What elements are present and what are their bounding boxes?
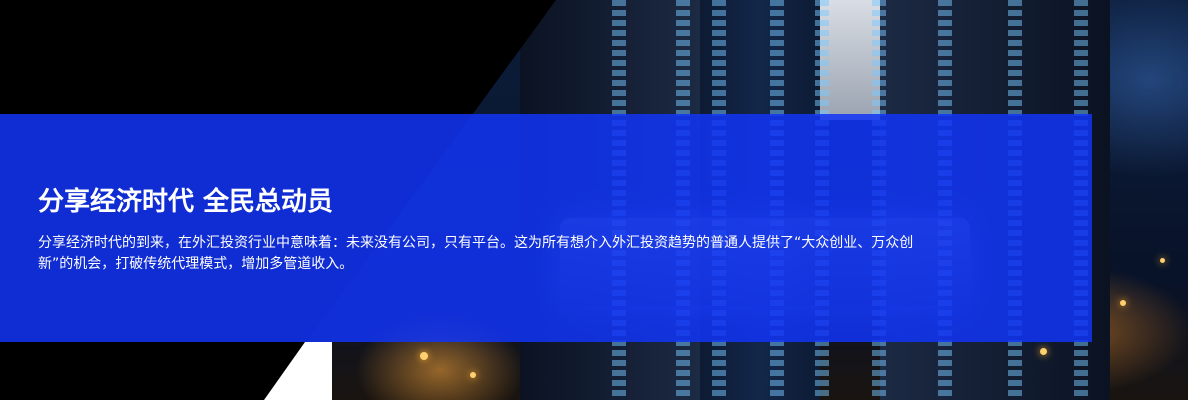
blue-overlay (0, 114, 1092, 342)
city-light (1040, 348, 1047, 355)
banner-description: 分享经济时代的到来，在外汇投资行业中意味着：未来没有公司，只有平台。这为所有想介… (38, 235, 914, 272)
city-light (420, 352, 428, 360)
hero-banner: 分享经济时代 全民总动员 分享经济时代的到来，在外汇投资行业中意味着：未来没有公… (0, 0, 1188, 400)
city-light (1160, 258, 1165, 263)
banner-title: 分享经济时代 全民总动员 (38, 187, 334, 217)
city-light (1120, 300, 1126, 306)
shirt (820, 0, 880, 120)
city-light (470, 372, 476, 378)
